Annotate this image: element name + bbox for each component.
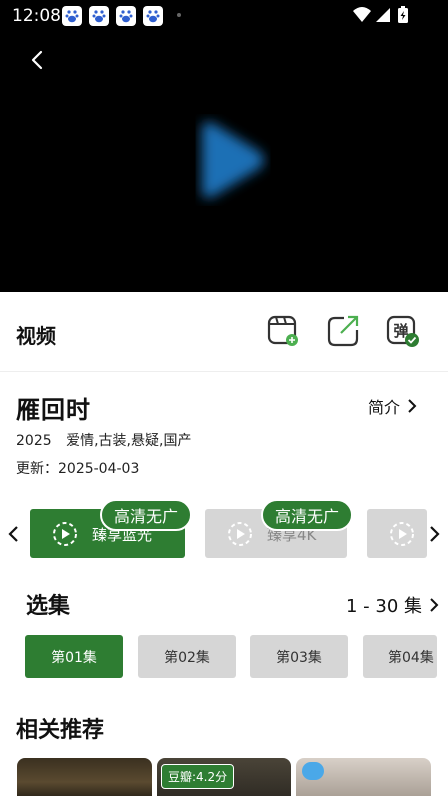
chevron-right-icon bbox=[408, 399, 417, 413]
recommend-card[interactable] bbox=[17, 758, 152, 796]
baidu-paw-icon bbox=[116, 6, 136, 26]
share-button[interactable] bbox=[326, 314, 360, 348]
recommend-card[interactable]: 豆瓣:4.2分 bbox=[157, 758, 291, 796]
signal-icon bbox=[376, 8, 390, 22]
video-year: 2025 bbox=[16, 433, 52, 449]
video-meta: 2025 爱情,古装,悬疑,国产 bbox=[16, 430, 191, 450]
video-toolbar: 视频 弹 bbox=[0, 292, 448, 372]
wifi-icon bbox=[353, 7, 371, 22]
source-badge: 高清无广 bbox=[261, 499, 354, 531]
baidu-paw-icon bbox=[143, 6, 163, 26]
episodes-title: 选集 bbox=[26, 594, 71, 619]
episode-button[interactable]: 第04集 bbox=[363, 635, 437, 678]
episodes-range: 1 - 30 集 bbox=[346, 596, 423, 617]
episode-button[interactable]: 第02集 bbox=[138, 635, 236, 678]
baidu-paw-icon bbox=[89, 6, 109, 26]
play-circle-icon bbox=[228, 522, 252, 546]
status-bar: 12:08 bbox=[0, 0, 448, 30]
platform-logo bbox=[302, 762, 324, 780]
video-player[interactable]: 12:08 bbox=[0, 0, 448, 292]
video-title: 雁回时 bbox=[16, 396, 91, 424]
sources-scroll-right-icon[interactable] bbox=[426, 524, 442, 544]
play-circle-icon bbox=[53, 522, 77, 546]
battery-icon bbox=[398, 6, 408, 23]
sources-scroll-left-icon[interactable] bbox=[6, 524, 22, 544]
douban-score-badge: 豆瓣:4.2分 bbox=[161, 764, 235, 789]
play-circle-icon bbox=[390, 522, 414, 546]
baidu-paw-icon bbox=[62, 6, 82, 26]
add-favorite-button[interactable] bbox=[266, 314, 300, 348]
status-time: 12:08 bbox=[12, 6, 61, 26]
recommend-card[interactable] bbox=[296, 758, 431, 796]
source-badge: 高清无广 bbox=[100, 499, 193, 531]
episode-button[interactable]: 第01集 bbox=[25, 635, 123, 678]
episodes-range-link[interactable]: 1 - 30 集 bbox=[346, 592, 440, 618]
recommend-title: 相关推荐 bbox=[16, 718, 105, 743]
source-option-more[interactable] bbox=[367, 509, 427, 558]
video-genres: 爱情,古装,悬疑,国产 bbox=[66, 433, 192, 449]
intro-label: 简介 bbox=[368, 398, 401, 417]
danmaku-toggle-button[interactable]: 弹 bbox=[386, 314, 420, 348]
toolbar-title: 视频 bbox=[16, 324, 56, 348]
intro-link[interactable]: 简介 bbox=[368, 394, 418, 418]
back-arrow-icon[interactable] bbox=[26, 48, 50, 72]
play-icon[interactable] bbox=[172, 110, 282, 210]
episode-button[interactable]: 第03集 bbox=[250, 635, 348, 678]
update-date: 更新：2025-04-03 bbox=[16, 461, 140, 477]
status-icons bbox=[353, 6, 408, 23]
notification-dot bbox=[177, 13, 181, 17]
chevron-right-icon bbox=[430, 598, 439, 612]
